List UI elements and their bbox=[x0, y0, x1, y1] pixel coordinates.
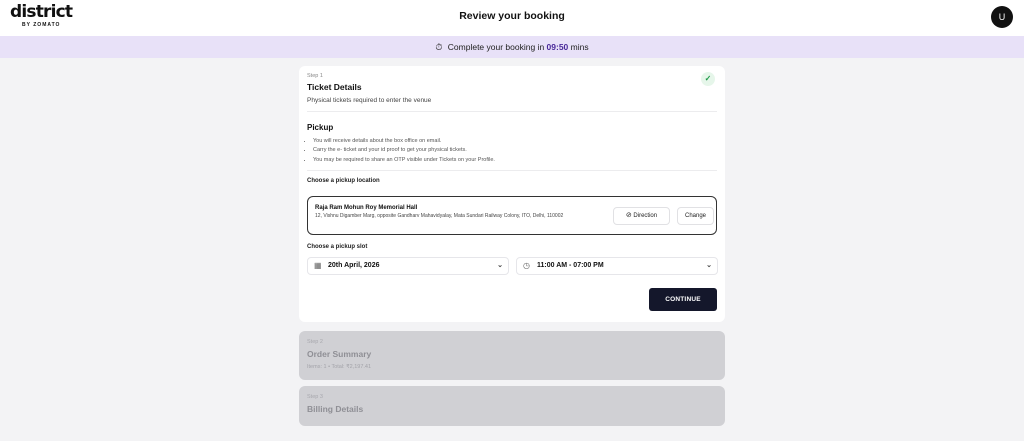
pickup-date-value: 20th April, 2026 bbox=[328, 262, 380, 269]
pickup-time-select[interactable]: ◷ 11:00 AM - 07:00 PM ⌄ bbox=[516, 257, 718, 275]
timer-suffix: mins bbox=[570, 42, 589, 52]
timer-countdown: 09:50 bbox=[546, 42, 569, 52]
clock-icon: ◷ bbox=[523, 261, 530, 270]
divider bbox=[307, 111, 717, 112]
change-location-button[interactable]: Change bbox=[677, 207, 714, 225]
top-header: district BY ZOMATO Review your booking U bbox=[0, 0, 1024, 36]
user-avatar[interactable]: U bbox=[991, 6, 1013, 28]
divider bbox=[307, 170, 717, 171]
ticket-details-card: Step 1 Ticket Details ✓ Physical tickets… bbox=[299, 66, 725, 322]
pickup-location-label: Choose a pickup location bbox=[307, 178, 380, 184]
pickup-instructions: You will receive details about the box o… bbox=[313, 137, 495, 165]
pickup-date-select[interactable]: ▦ 20th April, 2026 ⌄ bbox=[307, 257, 509, 275]
step-label: Step 1 bbox=[307, 73, 323, 79]
logo-byline: BY ZOMATO bbox=[22, 22, 61, 28]
timer-prefix: Complete your booking in bbox=[447, 42, 545, 52]
order-summary-card: Step 2 Order Summary Items: 1 • Total: ₹… bbox=[299, 331, 725, 380]
step-title: Order Summary bbox=[307, 349, 372, 359]
instruction-item: Carry the e- ticket and your id proof to… bbox=[313, 146, 495, 155]
pickup-heading: Pickup bbox=[307, 123, 334, 132]
calendar-icon: ▦ bbox=[314, 261, 322, 270]
pickup-location-option[interactable]: Raja Ram Mohun Roy Memorial Hall 12, Vis… bbox=[307, 196, 717, 235]
check-icon: ✓ bbox=[701, 72, 715, 86]
venue-address: 12, Vishnu Digamber Marg, opposite Gandh… bbox=[315, 213, 564, 219]
pickup-time-value: 11:00 AM - 07:00 PM bbox=[537, 262, 604, 269]
order-summary-subtitle: Items: 1 • Total: ₹2,197.41 bbox=[307, 364, 372, 370]
navigation-arrow-icon: ⊘ bbox=[625, 212, 632, 219]
instruction-item: You will receive details about the box o… bbox=[313, 137, 495, 146]
billing-details-card: Step 3 Billing Details bbox=[299, 386, 725, 426]
booking-timer-banner: ⏱ Complete your booking in 09:50 mins bbox=[0, 36, 1024, 58]
step-label: Step 2 bbox=[307, 339, 323, 345]
pickup-slot-label: Choose a pickup slot bbox=[307, 244, 368, 250]
chevron-down-icon: ⌄ bbox=[497, 262, 503, 269]
stopwatch-icon: ⏱ bbox=[435, 42, 443, 52]
chevron-down-icon: ⌄ bbox=[706, 262, 712, 269]
step-title: Ticket Details bbox=[307, 82, 362, 92]
venue-name: Raja Ram Mohun Roy Memorial Hall bbox=[315, 205, 418, 211]
step-title: Billing Details bbox=[307, 404, 364, 414]
ticket-subtitle: Physical tickets required to enter the v… bbox=[307, 97, 432, 104]
page-title: Review your booking bbox=[459, 10, 565, 22]
direction-button[interactable]: ⊘ Direction bbox=[613, 207, 670, 225]
direction-label: Direction bbox=[633, 213, 658, 219]
continue-button[interactable]: CONTINUE bbox=[649, 288, 717, 311]
instruction-item: You may be required to share an OTP visi… bbox=[313, 156, 495, 165]
step-label: Step 3 bbox=[307, 394, 323, 400]
